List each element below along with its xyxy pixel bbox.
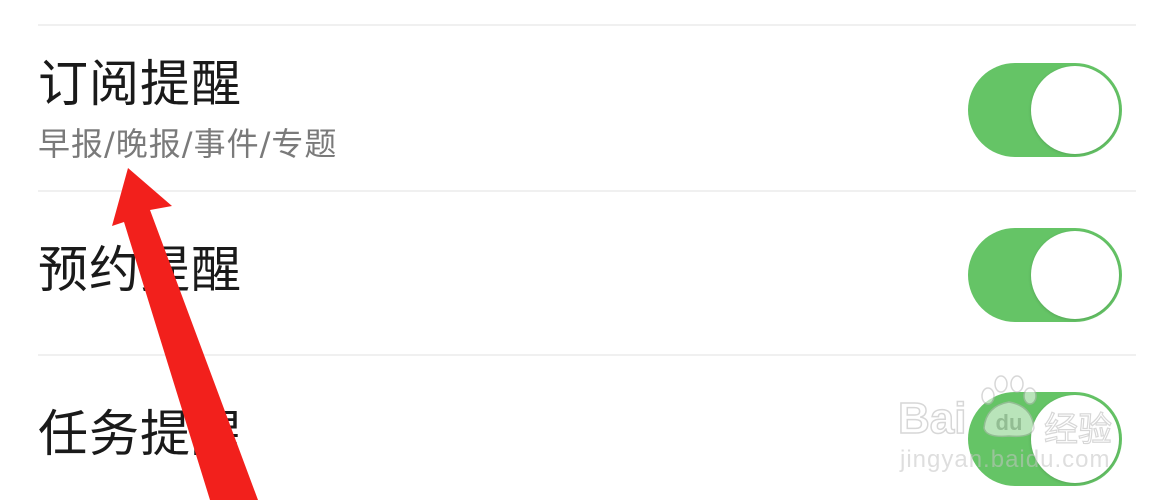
- setting-title-subscription: 订阅提醒: [38, 55, 242, 113]
- setting-title-task: 任务提醒: [38, 405, 242, 463]
- toggle-knob: [1031, 66, 1119, 154]
- toggle-appointment-reminder[interactable]: [968, 228, 1122, 322]
- divider-2: [38, 354, 1136, 356]
- toggle-task-reminder[interactable]: [968, 392, 1122, 486]
- divider-1: [38, 190, 1136, 192]
- setting-subtitle-subscription: 早报/晚报/事件/专题: [38, 125, 338, 163]
- watermark-brand: Bai: [897, 393, 967, 444]
- toggle-knob: [1031, 395, 1119, 483]
- toggle-knob: [1031, 231, 1119, 319]
- divider-top: [38, 24, 1136, 26]
- toggle-subscription-reminder[interactable]: [968, 63, 1122, 157]
- notification-settings-screen: 订阅提醒 早报/晚报/事件/专题 预约提醒 任务提醒 Bai du 经验 jin…: [0, 0, 1170, 500]
- setting-title-appointment: 预约提醒: [38, 241, 242, 299]
